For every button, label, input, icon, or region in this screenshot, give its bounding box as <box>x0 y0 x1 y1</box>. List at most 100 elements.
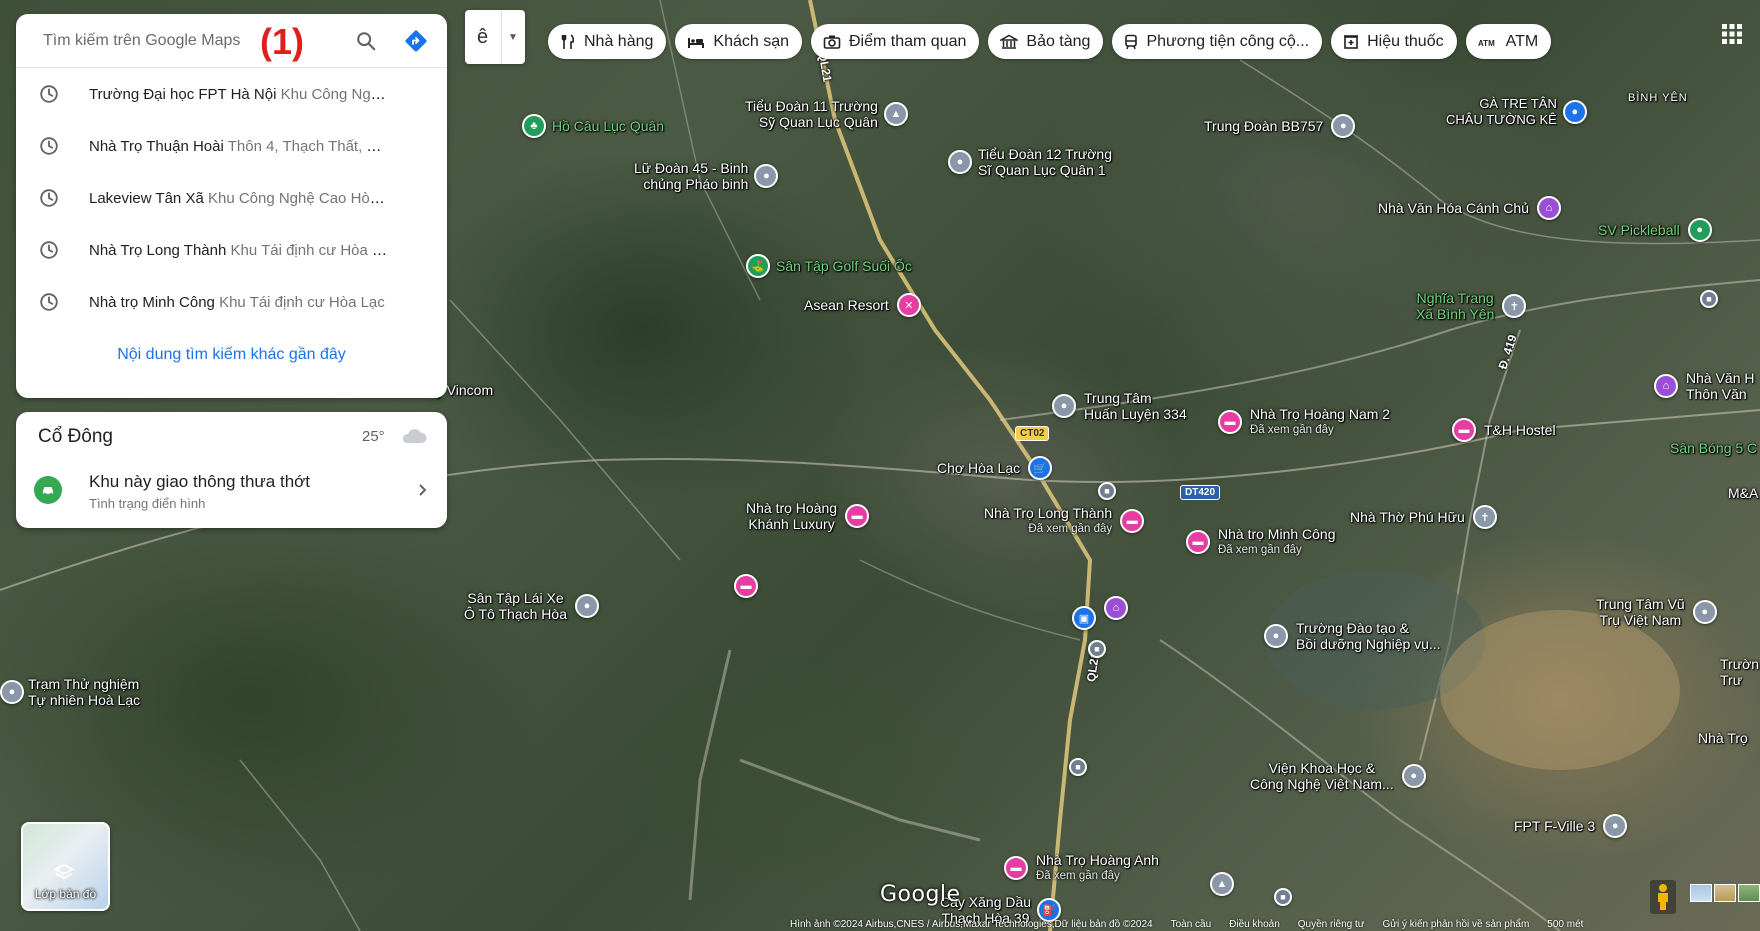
cloud-icon <box>402 429 427 443</box>
place-trung-tam-334[interactable]: ● Trung Tâm Huấn Luyện 334 <box>1052 390 1187 422</box>
car-icon <box>34 476 62 504</box>
place-nghia-trang[interactable]: Nghĩa Trang Xã Bình Yên ✝ <box>1416 290 1527 322</box>
place-nha-van-hoa-canh-chu[interactable]: Nhà Văn Hóa Cánh Chủ ⌂ <box>1378 196 1561 220</box>
place-label: Trường Đào tạo & Bồi dưỡng Nghiệp vụ... <box>1296 620 1441 652</box>
place-label: Chợ Hòa Lạc <box>937 460 1021 476</box>
scale-bar[interactable]: 500 mét <box>1547 919 1583 930</box>
hotel-pin-icon: ▬ <box>1004 856 1028 880</box>
google-logo: Google <box>880 882 961 907</box>
atm-icon: ATM <box>1478 36 1498 48</box>
recent-search-item[interactable]: Nhà trọ Minh Công Khu Tái định cư Hòa Lạ… <box>16 276 447 328</box>
pegman-street-view-icon[interactable] <box>1650 880 1676 914</box>
search-input[interactable] <box>43 31 273 50</box>
landmark-pin-icon: ● <box>948 150 972 174</box>
place-label: Nhà Trọ Hoàng Nam 2 Đã xem gần đây <box>1250 406 1390 438</box>
place-tieu-doan-11[interactable]: Tiểu Đoàn 11 Trường Sỹ Quan Lục Quân ▲ <box>745 98 908 130</box>
hotel-pin-icon: ▬ <box>1120 509 1145 533</box>
place-nha-tro-hoang-nam[interactable]: ▬ Nhà Trọ Hoàng Nam 2 Đã xem gần đây <box>1218 406 1390 438</box>
place-nha-van-thon-van[interactable]: ⌂ Nhà Văn H Thôn Văn <box>1654 370 1754 402</box>
place-long-thanh[interactable]: Nhà Trọ Long Thành Đã xem gần đây ▬ <box>984 505 1145 537</box>
bus-stop-icon[interactable]: ■ <box>1274 888 1292 906</box>
recent-search-item[interactable]: Lakeview Tân Xã Khu Công Nghệ Cao Hòa Lạ… <box>16 172 447 224</box>
place-name: Nhà Trọ Hoàng Nam 2 <box>1250 406 1391 422</box>
category-chip[interactable]: Hiệu thuốc <box>1331 24 1457 59</box>
place-lu-doan-45[interactable]: Lữ Đoàn 45 - Binh chủng Pháo binh ● <box>634 160 779 192</box>
recent-search-address: Thôn 4, Thạch Thất, Hà Nội <box>227 137 389 155</box>
place-sv-pickleball[interactable]: SV Pickleball ● <box>1598 218 1712 242</box>
hotel-icon <box>687 34 705 50</box>
traffic-status-row[interactable]: Khu này giao thông thưa thớt Tình trạng … <box>16 466 447 522</box>
place-name: Nhà Trọ Long Thành <box>984 505 1113 521</box>
apps-grid-icon[interactable] <box>1720 22 1744 46</box>
area-info-panel: Cổ Đông 25° Khu này giao thông thưa thớt… <box>16 412 447 528</box>
footer-link-global[interactable]: Toàn cầu <box>1171 919 1212 930</box>
place-minh-cong[interactable]: ▬ Nhà trọ Minh Công Đã xem gần đây <box>1186 526 1336 558</box>
place-th-hostel[interactable]: ▬ T&H Hostel <box>1452 418 1556 442</box>
dropdown-arrow-icon[interactable]: ▼ <box>508 32 518 43</box>
place-san-tap-golf[interactable]: ⛳ Sân Tập Golf Suối Ốc <box>746 254 912 278</box>
directions-button[interactable] <box>402 27 430 55</box>
footer-link-feedback[interactable]: Gửi ý kiến phản hồi về sản phẩm <box>1383 919 1530 930</box>
place-san-bong[interactable]: Sân Bóng 5 C <box>1670 440 1757 456</box>
place-label: SV Pickleball <box>1598 222 1680 238</box>
place-nha-tro-edge[interactable]: Nhà Trọ <box>1698 730 1748 746</box>
thumbnail-map[interactable] <box>1690 884 1712 902</box>
community-pin-icon[interactable]: ⌂ <box>1104 596 1128 620</box>
map-layers-button[interactable]: Lớp bản đồ <box>21 822 110 911</box>
recent-search-name: Trường Đại học FPT Hà Nội <box>89 85 277 103</box>
place-trung-doan-bb757[interactable]: Trung Đoàn BB757 ● <box>1204 114 1356 138</box>
recent-search-text: Trường Đại học FPT Hà Nội Khu Công Nghệ … <box>89 86 389 103</box>
school-pin-icon[interactable]: ▲ <box>1210 872 1234 896</box>
road-shield-dt420: DT420 <box>1180 485 1221 500</box>
input-method-selector[interactable]: ê ▼ <box>465 10 525 64</box>
hotel-pin-icon: ▬ <box>1186 530 1210 554</box>
category-chip[interactable]: Bảo tàng <box>988 24 1104 59</box>
imagery-thumbnails[interactable] <box>1690 884 1760 902</box>
recent-search-name: Nhà Trọ Thuận Hoài <box>89 137 224 155</box>
category-chip[interactable]: ATM ATM <box>1465 24 1552 59</box>
place-tieu-doan-12[interactable]: ● Tiểu Đoàn 12 Trường Sĩ Quan Lục Quân 1 <box>948 146 1112 178</box>
recent-search-item[interactable]: Nhà Trọ Thuận Hoài Thôn 4, Thạch Thất, H… <box>16 120 447 172</box>
place-ho-cau[interactable]: ♣ Hồ Câu Lục Quân <box>522 114 664 138</box>
category-chip[interactable]: Khách sạn <box>675 24 802 59</box>
place-nha-tho[interactable]: Nhà Thờ Phú Hữu ✝ <box>1350 505 1497 529</box>
place-truon[interactable]: Trườn Trư <box>1720 656 1759 688</box>
recent-search-item[interactable]: Nhà Trọ Long Thành Khu Tái định cư Hòa L… <box>16 224 447 276</box>
place-truong-dao-tao[interactable]: ● Trường Đào tạo & Bồi dưỡng Nghiệp vụ..… <box>1264 620 1441 652</box>
footer-link-terms[interactable]: Điều khoản <box>1229 919 1280 930</box>
thumbnail-terrain[interactable] <box>1714 884 1736 902</box>
recent-search-text: Nhà Trọ Thuận Hoài Thôn 4, Thạch Thất, H… <box>89 138 389 155</box>
layers-label: Lớp bản đồ <box>34 887 97 901</box>
category-chip-label: Điểm tham quan <box>849 32 967 50</box>
place-tram-thu-nghiem[interactable]: ● Trạm Thử nghiệm Tự nhiên Hoà Lạc <box>0 676 140 708</box>
recent-search-name: Nhà trọ Minh Công <box>89 293 215 311</box>
category-chip[interactable]: Phương tiện công cộ... <box>1112 24 1323 59</box>
place-label: Nhà trọ Minh Công Đã xem gần đây <box>1218 526 1336 558</box>
place-ga-tre[interactable]: GÀ TRE TÂN CHÂU TƯỜNG KÊ ● <box>1446 96 1587 128</box>
bus-stop-icon[interactable]: ■ <box>1088 640 1106 658</box>
landmark-pin-icon: ● <box>0 680 24 704</box>
bank-pin-icon[interactable]: ▣ <box>1072 606 1096 630</box>
place-trung-tam-vu-tru[interactable]: Trung Tâm Vũ Trụ Việt Nam ● <box>1596 596 1717 628</box>
category-chip[interactable]: Nhà hàng <box>548 24 667 59</box>
place-fpt-fville[interactable]: FPT F-Ville 3 ● <box>1514 814 1628 838</box>
hotel-pin-icon[interactable]: ▬ <box>734 574 758 598</box>
place-asean-resort[interactable]: Asean Resort ✕ <box>804 293 921 317</box>
place-hoang-anh[interactable]: ▬ Nhà Trọ Hoàng Anh Đã xem gần đây <box>1004 852 1159 884</box>
place-label: Sân Tập Lái Xe Ô Tô Thạch Hòa <box>464 590 567 622</box>
place-hoang-khanh[interactable]: Nhà trọ Hoàng Khánh Luxury ▬ <box>746 500 870 532</box>
more-recent-searches-link[interactable]: Nội dung tìm kiếm khác gần đây <box>16 346 447 364</box>
place-ma[interactable]: M&A <box>1728 485 1758 501</box>
bus-stop-icon[interactable]: ■ <box>1700 290 1718 308</box>
thumbnail-satellite[interactable] <box>1738 884 1760 902</box>
community-pin-icon: ⌂ <box>1537 196 1561 220</box>
bus-stop-icon[interactable]: ■ <box>1069 758 1087 776</box>
place-vien-khoa-hoc[interactable]: Viện Khoa Học & Công Nghệ Việt Nam... ● <box>1250 760 1426 792</box>
category-chip[interactable]: Điểm tham quan <box>811 24 980 59</box>
place-cho-hoa-lac[interactable]: Chợ Hòa Lạc 🛒 <box>937 456 1053 480</box>
bus-stop-icon[interactable]: ■ <box>1098 482 1116 500</box>
footer-link-privacy[interactable]: Quyền riêng tư <box>1298 919 1365 930</box>
recent-search-item[interactable]: Trường Đại học FPT Hà Nội Khu Công Nghệ … <box>16 68 447 120</box>
search-button[interactable] <box>352 27 380 55</box>
place-san-tap-lai-xe[interactable]: Sân Tập Lái Xe Ô Tô Thạch Hòa ● <box>464 590 599 622</box>
